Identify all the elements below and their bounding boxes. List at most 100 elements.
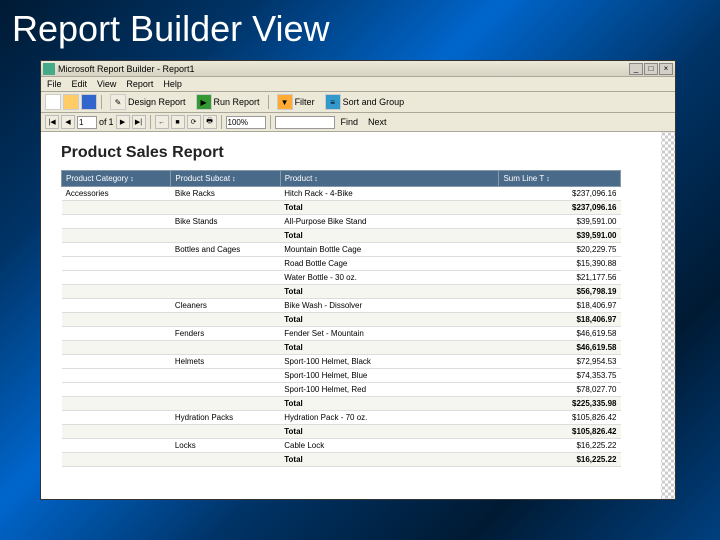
- find-button[interactable]: Find: [337, 117, 363, 127]
- separator: [221, 115, 222, 129]
- next-page-button[interactable]: ▶: [116, 115, 130, 129]
- report-viewport[interactable]: Product Sales Report Product Category↕ P…: [41, 132, 675, 499]
- header-sales[interactable]: Sum Line T↕: [499, 171, 621, 187]
- separator: [150, 115, 151, 129]
- menu-edit[interactable]: Edit: [72, 79, 88, 89]
- cell-product: Water Bottle - 30 oz.: [280, 271, 499, 285]
- run-report-button[interactable]: ▶Run Report: [192, 94, 264, 110]
- cell-total-label: Total: [280, 453, 499, 467]
- minimize-button[interactable]: _: [629, 63, 643, 75]
- find-input[interactable]: [275, 116, 335, 129]
- cell-total-amount: $56,798.19: [499, 285, 621, 299]
- filter-icon: ▼: [277, 94, 293, 110]
- table-row: CleanersBike Wash - Dissolver$18,406.97: [62, 299, 621, 313]
- maximize-button[interactable]: □: [644, 63, 658, 75]
- cell-total-label: Total: [280, 201, 499, 215]
- table-row: Water Bottle - 30 oz.$21,177.56: [62, 271, 621, 285]
- open-icon[interactable]: [63, 94, 79, 110]
- header-product[interactable]: Product↕: [280, 171, 499, 187]
- sort-group-button[interactable]: ≡Sort and Group: [321, 94, 409, 110]
- sort-icon: ↕: [232, 176, 236, 183]
- cell-product: Fender Set - Mountain: [280, 327, 499, 341]
- menu-help[interactable]: Help: [163, 79, 182, 89]
- navbar: |◀ ◀ of 1 ▶ ▶| ← ■ ⟳ 🖶 Find Next: [41, 113, 675, 132]
- find-next-button[interactable]: Next: [364, 117, 391, 127]
- cell-product: Hitch Rack - 4-Bike: [280, 187, 499, 201]
- cell-product: Sport-100 Helmet, Black: [280, 355, 499, 369]
- cell-category: [62, 299, 171, 313]
- cell-category: [62, 243, 171, 257]
- sort-icon: ↕: [546, 176, 550, 183]
- cell-subcategory: Fenders: [171, 327, 280, 341]
- cell-product: Cable Lock: [280, 439, 499, 453]
- refresh-button[interactable]: ⟳: [187, 115, 201, 129]
- separator: [268, 95, 269, 109]
- cell-amount: $46,619.58: [499, 327, 621, 341]
- window-controls: _ □ ×: [629, 63, 673, 75]
- cell-total-amount: $105,826.42: [499, 425, 621, 439]
- cell-category: [62, 355, 171, 369]
- table-row: FendersFender Set - Mountain$46,619.58: [62, 327, 621, 341]
- cell-amount: $20,229.75: [499, 243, 621, 257]
- cell-total-amount: $18,406.97: [499, 313, 621, 327]
- cell-amount: $72,954.53: [499, 355, 621, 369]
- stop-button[interactable]: ■: [171, 115, 185, 129]
- app-icon: [43, 63, 55, 75]
- menu-view[interactable]: View: [97, 79, 116, 89]
- cell-total-amount: $39,591.00: [499, 229, 621, 243]
- design-report-button[interactable]: ✎Design Report: [106, 94, 190, 110]
- cell-subcategory: [171, 271, 280, 285]
- back-button[interactable]: ←: [155, 115, 169, 129]
- new-icon[interactable]: [45, 94, 61, 110]
- cell-subcategory: Helmets: [171, 355, 280, 369]
- first-page-button[interactable]: |◀: [45, 115, 59, 129]
- cell-product: Bike Wash - Dissolver: [280, 299, 499, 313]
- cell-total-label: Total: [280, 425, 499, 439]
- cell-product: Hydration Pack - 70 oz.: [280, 411, 499, 425]
- table-total-row: Total$39,591.00: [62, 229, 621, 243]
- cell-subcategory: Locks: [171, 439, 280, 453]
- close-button[interactable]: ×: [659, 63, 673, 75]
- menu-report[interactable]: Report: [126, 79, 153, 89]
- page-input[interactable]: [77, 116, 97, 129]
- toolbar: ✎Design Report ▶Run Report ▼Filter ≡Sort…: [41, 92, 675, 113]
- report-content: Product Sales Report Product Category↕ P…: [41, 132, 675, 479]
- print-button[interactable]: 🖶: [203, 115, 217, 129]
- header-subcategory[interactable]: Product Subcat↕: [171, 171, 280, 187]
- cell-total-label: Total: [280, 397, 499, 411]
- sort-icon: ↕: [314, 176, 318, 183]
- cell-amount: $15,390.88: [499, 257, 621, 271]
- header-category[interactable]: Product Category↕: [62, 171, 171, 187]
- cell-subcategory: [171, 257, 280, 271]
- last-page-button[interactable]: ▶|: [132, 115, 146, 129]
- zoom-input[interactable]: [226, 116, 266, 129]
- table-total-row: Total$56,798.19: [62, 285, 621, 299]
- cell-product: Sport-100 Helmet, Blue: [280, 369, 499, 383]
- window-title: Microsoft Report Builder - Report1: [58, 64, 629, 74]
- of-label: of: [99, 117, 107, 127]
- cell-category: [62, 411, 171, 425]
- report-title: Product Sales Report: [61, 144, 655, 162]
- cell-total-label: Total: [280, 229, 499, 243]
- run-icon: ▶: [196, 94, 212, 110]
- table-row: Bike StandsAll-Purpose Bike Stand$39,591…: [62, 215, 621, 229]
- cell-total-label: Total: [280, 341, 499, 355]
- prev-page-button[interactable]: ◀: [61, 115, 75, 129]
- cell-amount: $39,591.00: [499, 215, 621, 229]
- titlebar: Microsoft Report Builder - Report1 _ □ ×: [41, 61, 675, 77]
- save-icon[interactable]: [81, 94, 97, 110]
- menu-file[interactable]: File: [47, 79, 62, 89]
- cell-category: Accessories: [62, 187, 171, 201]
- cell-amount: $16,225.22: [499, 439, 621, 453]
- cell-category: [62, 271, 171, 285]
- design-icon: ✎: [110, 94, 126, 110]
- table-total-row: Total$46,619.58: [62, 341, 621, 355]
- cell-amount: $74,353.75: [499, 369, 621, 383]
- cell-total-label: Total: [280, 285, 499, 299]
- filter-button[interactable]: ▼Filter: [273, 94, 319, 110]
- table-row: Bottles and CagesMountain Bottle Cage$20…: [62, 243, 621, 257]
- table-header-row: Product Category↕ Product Subcat↕ Produc…: [62, 171, 621, 187]
- cell-subcategory: Bottles and Cages: [171, 243, 280, 257]
- table-row: Sport-100 Helmet, Red$78,027.70: [62, 383, 621, 397]
- cell-amount: $21,177.56: [499, 271, 621, 285]
